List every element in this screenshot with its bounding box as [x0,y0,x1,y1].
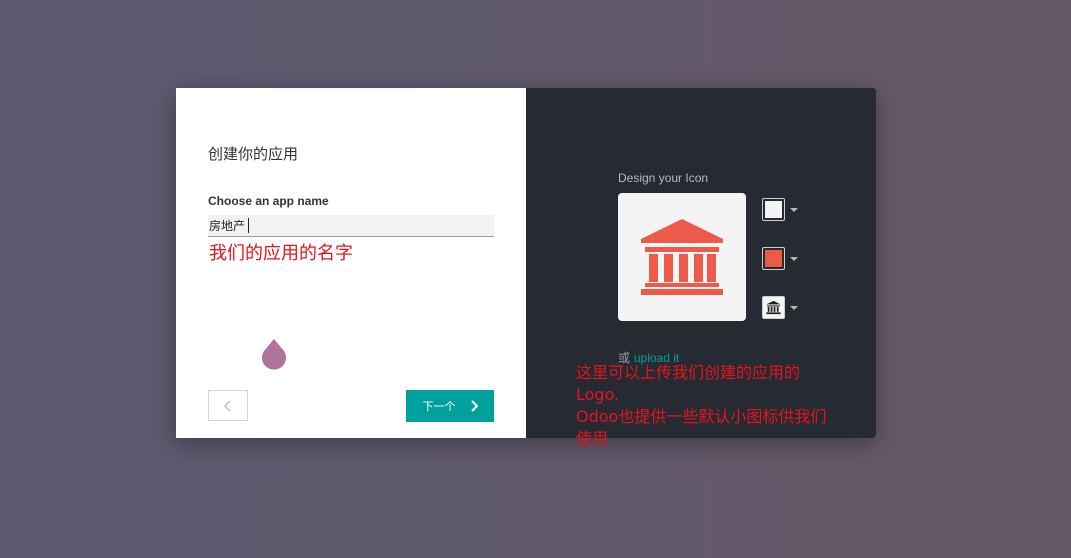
design-icon-label: Design your Icon [618,171,709,185]
annotation-line: 这里可以上传我们创建的应用的 [576,363,801,382]
annotation-line: Odoo也提供一些默认小图标供我们 [576,407,827,426]
chevron-right-icon [470,400,478,412]
background-color-swatch[interactable] [762,198,785,221]
icon-picker[interactable] [762,296,798,319]
app-name-input[interactable] [208,215,494,237]
next-button[interactable]: 下一个 [406,390,494,422]
bank-icon [766,300,781,315]
text-caret [248,218,249,233]
chevron-down-icon [790,305,798,310]
annotation-line: 使用 [576,429,609,448]
app-name-panel: 创建你的应用 Choose an app name 我们的应用的名字 下一个 [176,88,526,438]
icon-swatch[interactable] [762,296,785,319]
background-color-fill [765,201,782,218]
background-color-picker[interactable] [762,198,798,221]
icon-color-picker[interactable] [762,247,798,270]
annotation-line: Logo. [576,385,620,404]
chevron-down-icon [790,207,798,212]
dialog-title: 创建你的应用 [208,145,299,163]
annotation-app-name: 我们的应用的名字 [209,243,353,264]
chevron-left-icon [224,399,231,412]
app-name-label: Choose an app name [208,194,329,208]
icon-preview [618,193,746,321]
next-button-label: 下一个 [422,400,456,413]
icon-color-swatch[interactable] [762,247,785,270]
previous-button[interactable] [208,390,248,421]
annotation-logo-upload: 这里可以上传我们创建的应用的 Logo. Odoo也提供一些默认小图标供我们 使… [576,362,866,450]
click-indicator-icon [262,339,286,370]
icon-color-fill [765,250,782,267]
chevron-down-icon [790,256,798,261]
bank-icon [641,219,723,295]
